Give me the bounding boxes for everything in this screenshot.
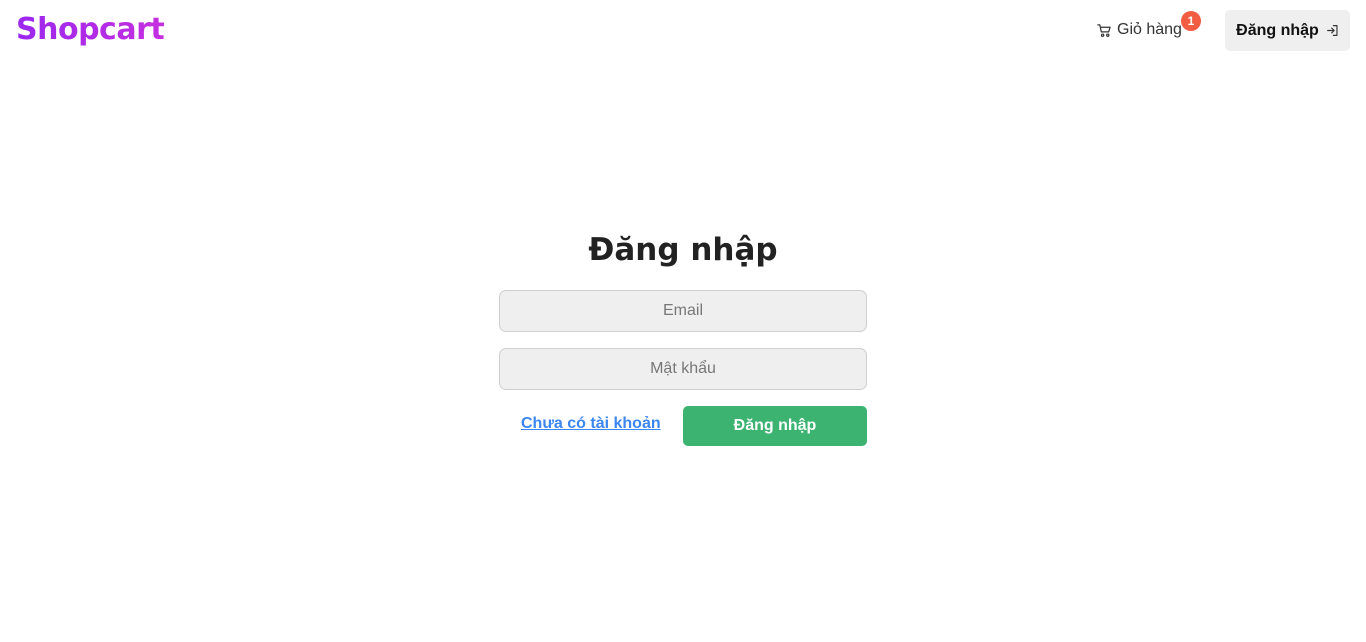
- top-navbar: Shopcart Giỏ hàng 1 Đăng nhập: [0, 0, 1366, 64]
- cart-icon: [1097, 23, 1112, 38]
- header-login-button[interactable]: Đăng nhập: [1225, 10, 1350, 51]
- email-input[interactable]: [499, 290, 867, 332]
- cart-link[interactable]: Giỏ hàng: [1097, 18, 1182, 42]
- header-login-label: Đăng nhập: [1236, 21, 1319, 39]
- cart-count-badge: 1: [1181, 11, 1201, 31]
- brand-logo[interactable]: Shopcart: [16, 12, 165, 47]
- register-link[interactable]: Chưa có tài khoản: [521, 415, 661, 433]
- password-input[interactable]: [499, 348, 867, 390]
- sign-in-icon: [1326, 24, 1339, 37]
- login-title: Đăng nhập: [588, 232, 778, 268]
- cart-label: Giỏ hàng: [1117, 21, 1182, 38]
- login-submit-button[interactable]: Đăng nhập: [683, 406, 867, 446]
